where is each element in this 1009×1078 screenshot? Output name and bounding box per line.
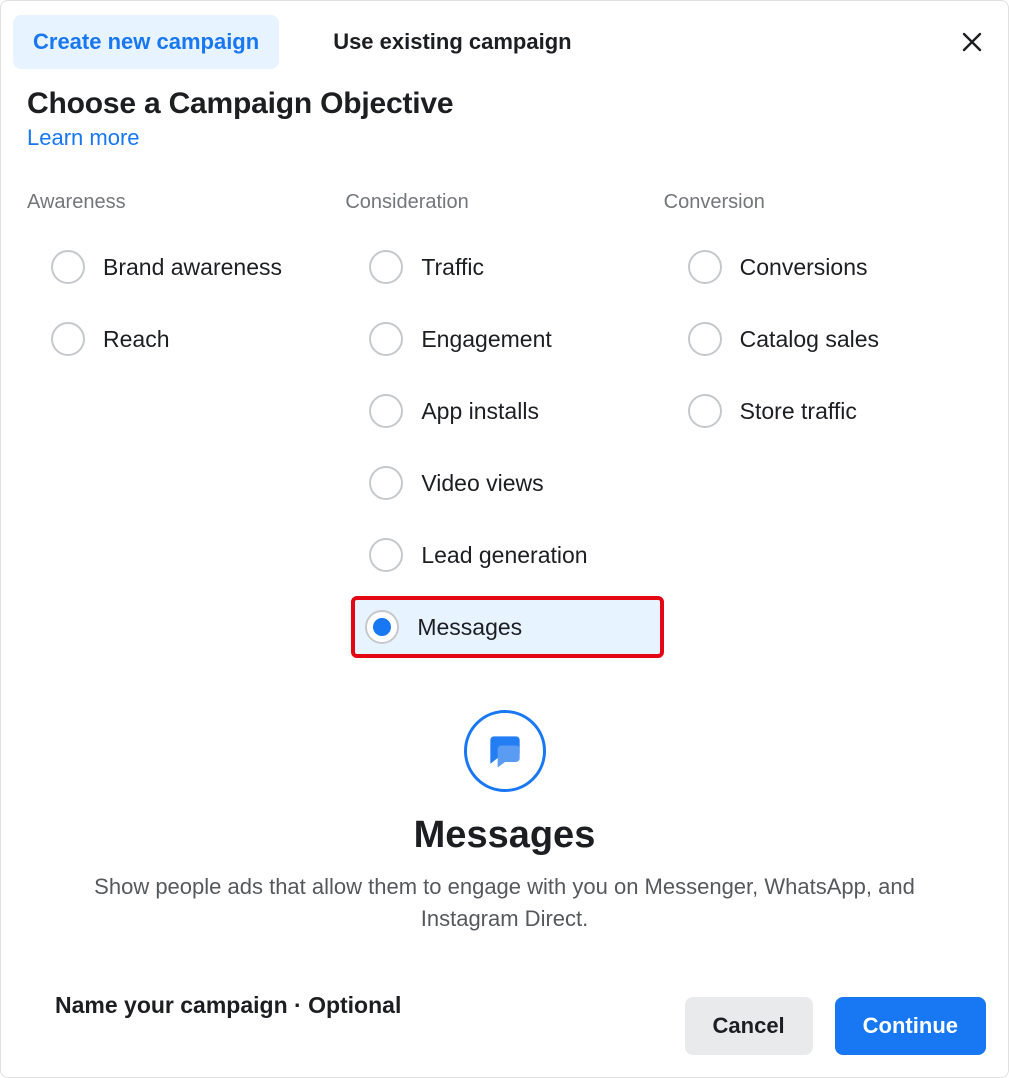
continue-button[interactable]: Continue — [835, 997, 986, 1055]
page-title: Choose a Campaign Objective — [27, 87, 982, 121]
column-header-conversion: Conversion — [664, 191, 982, 214]
radio-circle-icon — [688, 322, 722, 356]
radio-conversions[interactable]: Conversions — [674, 236, 982, 298]
radio-app-installs[interactable]: App installs — [355, 380, 663, 442]
heading-block: Choose a Campaign Objective Learn more — [1, 69, 1008, 151]
objective-detail-panel: Messages Show people ads that allow them… — [1, 710, 1008, 935]
radio-engagement[interactable]: Engagement — [355, 308, 663, 370]
radio-store-traffic[interactable]: Store traffic — [674, 380, 982, 442]
radio-circle-icon — [369, 250, 403, 284]
footer-actions: Cancel Continue — [685, 997, 986, 1055]
learn-more-link[interactable]: Learn more — [27, 125, 140, 151]
radio-circle-icon — [369, 466, 403, 500]
radio-circle-icon — [369, 394, 403, 428]
column-header-consideration: Consideration — [345, 191, 663, 214]
radio-circle-icon — [369, 538, 403, 572]
close-button[interactable] — [954, 24, 990, 60]
tab-use-existing-campaign[interactable]: Use existing campaign — [313, 15, 591, 69]
radio-label: Conversions — [740, 254, 868, 281]
radio-label: Messages — [417, 614, 522, 641]
radio-circle-icon — [688, 250, 722, 284]
cancel-button[interactable]: Cancel — [685, 997, 813, 1055]
radio-messages[interactable]: Messages — [351, 596, 663, 658]
radio-circle-icon — [51, 250, 85, 284]
radio-label: Lead generation — [421, 542, 587, 569]
objective-columns: Awareness Brand awareness Reach Consider… — [1, 191, 1008, 668]
column-conversion: Conversion Conversions Catalog sales Sto… — [664, 191, 982, 668]
objective-detail-description: Show people ads that allow them to engag… — [61, 871, 948, 935]
radio-catalog-sales[interactable]: Catalog sales — [674, 308, 982, 370]
radio-label: Traffic — [421, 254, 484, 281]
column-awareness: Awareness Brand awareness Reach — [27, 191, 345, 668]
messages-icon — [464, 710, 546, 792]
radio-circle-icon — [51, 322, 85, 356]
radio-lead-generation[interactable]: Lead generation — [355, 524, 663, 586]
column-header-awareness: Awareness — [27, 191, 345, 214]
radio-circle-icon — [365, 610, 399, 644]
radio-reach[interactable]: Reach — [37, 308, 345, 370]
radio-brand-awareness[interactable]: Brand awareness — [37, 236, 345, 298]
name-campaign-label: Name your campaign · Optional — [55, 992, 401, 1019]
radio-video-views[interactable]: Video views — [355, 452, 663, 514]
radio-label: Catalog sales — [740, 326, 879, 353]
radio-circle-icon — [369, 322, 403, 356]
radio-label: App installs — [421, 398, 539, 425]
radio-label: Store traffic — [740, 398, 857, 425]
radio-label: Video views — [421, 470, 543, 497]
column-consideration: Consideration Traffic Engagement App ins… — [345, 191, 663, 668]
radio-traffic[interactable]: Traffic — [355, 236, 663, 298]
radio-circle-icon — [688, 394, 722, 428]
tab-create-new-campaign[interactable]: Create new campaign — [13, 15, 279, 69]
radio-label: Brand awareness — [103, 254, 282, 281]
tabs-row: Create new campaign Use existing campaig… — [1, 1, 1008, 69]
close-icon — [960, 30, 984, 54]
radio-label: Reach — [103, 326, 169, 353]
radio-label: Engagement — [421, 326, 551, 353]
objective-detail-title: Messages — [61, 814, 948, 857]
